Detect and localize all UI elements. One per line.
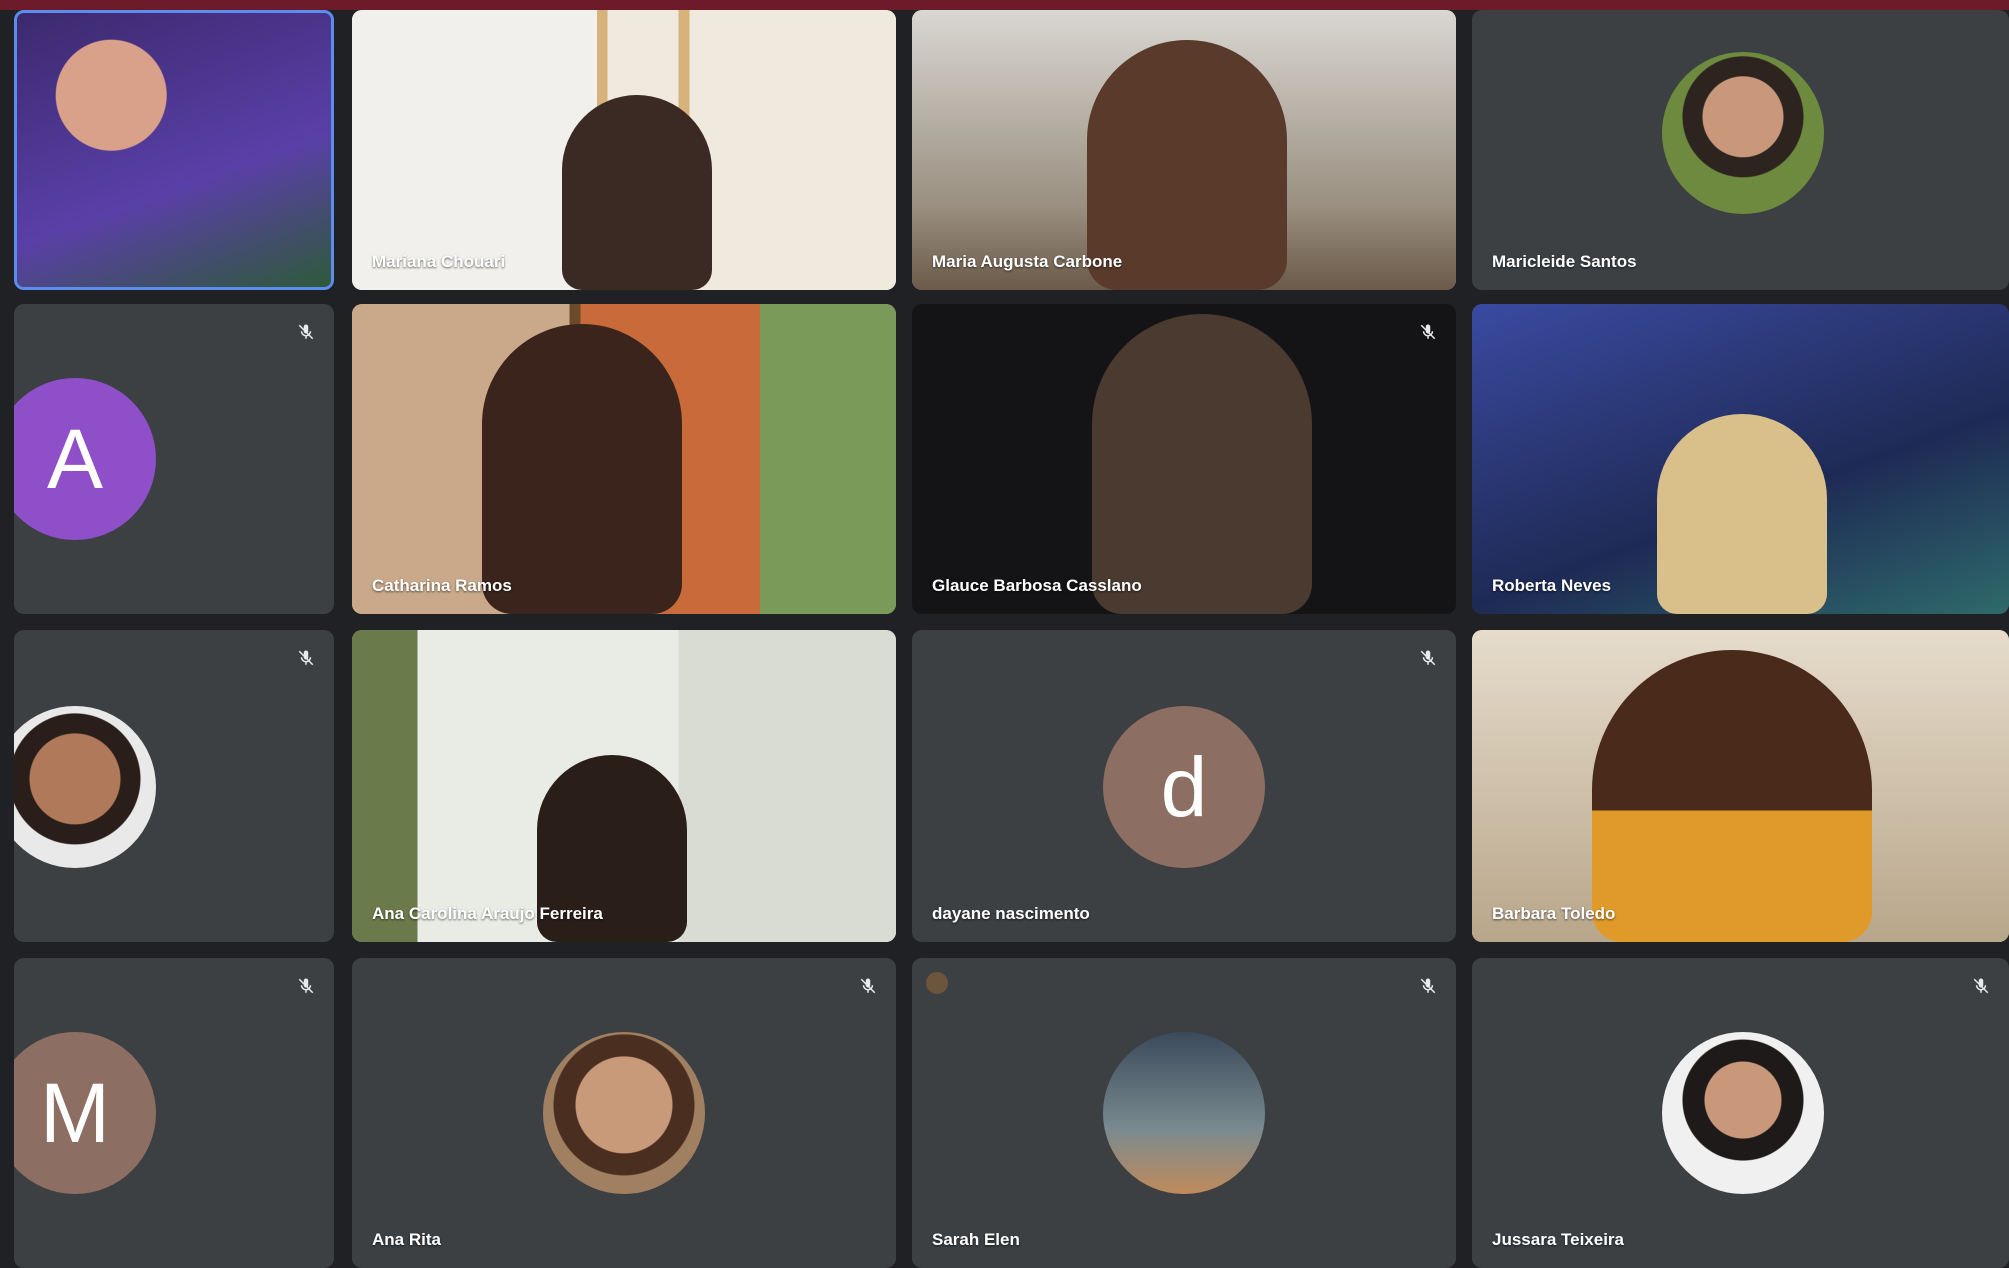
avatar xyxy=(14,706,156,868)
avatar xyxy=(1662,1032,1824,1194)
participant-video xyxy=(482,324,682,614)
activity-icon xyxy=(926,972,948,994)
mic-off-icon xyxy=(292,972,320,1000)
avatar: M xyxy=(14,1032,156,1194)
participant-video xyxy=(562,95,712,290)
window-top-bar xyxy=(0,0,2009,10)
participant-name: Barbara Toledo xyxy=(1492,904,1616,923)
participant-video xyxy=(1657,414,1827,614)
participant-name: Mariana Chouari xyxy=(372,252,506,271)
mic-off-icon xyxy=(854,972,882,1000)
avatar: d xyxy=(1103,706,1265,868)
mic-off-icon xyxy=(1967,972,1995,1000)
participant-tile[interactable]: Ana Carolina Araujo Ferreira xyxy=(352,630,896,942)
participant-tile[interactable] xyxy=(14,10,334,290)
participant-name: Ana Carolina Araujo Ferreira xyxy=(372,904,603,923)
participant-tile[interactable]: M xyxy=(14,958,334,1268)
participant-tile[interactable]: Jussara Teixeira xyxy=(1472,958,2009,1268)
participant-name: Maria Augusta Carbone xyxy=(932,252,1123,271)
participant-tile[interactable] xyxy=(14,630,334,942)
mic-off-icon xyxy=(1414,318,1442,346)
participant-name: Maricleide Santos xyxy=(1492,252,1637,271)
mic-off-icon xyxy=(292,644,320,672)
participant-name: Glauce Barbosa Casslano xyxy=(932,576,1142,595)
participant-tile[interactable]: Maria Augusta Carbone xyxy=(912,10,1456,290)
avatar xyxy=(1103,1032,1265,1194)
participant-tile[interactable]: d dayane nascimento xyxy=(912,630,1456,942)
participant-name: Jussara Teixeira xyxy=(1492,1230,1624,1249)
participant-name: dayane nascimento xyxy=(932,904,1090,923)
participant-tile[interactable]: A xyxy=(14,304,334,614)
participant-tile[interactable]: Sarah Elen xyxy=(912,958,1456,1268)
participant-name: Roberta Neves xyxy=(1492,576,1612,595)
participant-tile[interactable]: Ana Rita xyxy=(352,958,896,1268)
participant-name: Catharina Ramos xyxy=(372,576,512,595)
participant-video xyxy=(17,13,331,287)
participant-video xyxy=(1092,314,1312,614)
avatar xyxy=(1662,52,1824,214)
participant-name: Sarah Elen xyxy=(932,1230,1020,1249)
avatar: A xyxy=(14,378,156,540)
participant-tile[interactable]: Maricleide Santos xyxy=(1472,10,2009,290)
participant-tile[interactable]: Mariana Chouari xyxy=(352,10,896,290)
mic-off-icon xyxy=(1414,644,1442,672)
participant-video xyxy=(1592,650,1872,942)
mic-off-icon xyxy=(292,318,320,346)
mic-off-icon xyxy=(1414,972,1442,1000)
participant-tile[interactable]: Roberta Neves xyxy=(1472,304,2009,614)
avatar xyxy=(543,1032,705,1194)
participant-tile[interactable]: Glauce Barbosa Casslano xyxy=(912,304,1456,614)
participant-tile[interactable]: Barbara Toledo xyxy=(1472,630,2009,942)
participant-tile[interactable]: Catharina Ramos xyxy=(352,304,896,614)
participant-name: Ana Rita xyxy=(372,1230,441,1249)
